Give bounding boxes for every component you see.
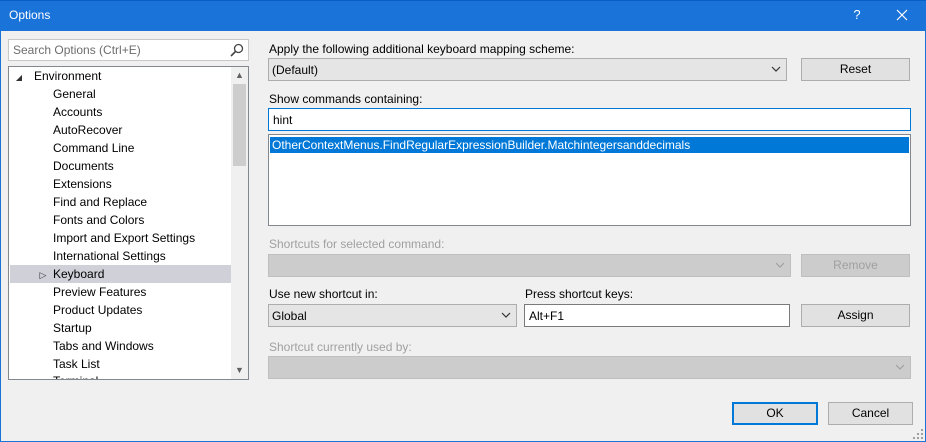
window-title: Options — [9, 8, 51, 22]
list-item[interactable]: OtherContextMenus.FindRegularExpressionB… — [270, 137, 909, 153]
title-bar — [0, 0, 926, 31]
ok-button[interactable]: OK — [732, 402, 818, 425]
tree-item-import-export[interactable]: Import and Export Settings — [53, 229, 195, 247]
tree-item-label: Keyboard — [53, 267, 105, 281]
cancel-button[interactable]: Cancel — [828, 402, 913, 425]
tree-item-command-line[interactable]: Command Line — [53, 139, 134, 157]
tree-item-product-updates[interactable]: Product Updates — [53, 301, 142, 319]
use-shortcut-in-select[interactable]: Global — [268, 304, 517, 327]
tree-item-label: Environment — [34, 69, 102, 83]
mapping-scheme-select[interactable]: (Default) — [268, 58, 787, 81]
tree-item-tabs-and-windows[interactable]: Tabs and Windows — [53, 337, 154, 355]
chevron-down-icon — [501, 312, 511, 318]
scrollbar-thumb[interactable] — [233, 84, 246, 166]
tree-item-general[interactable]: General — [53, 85, 96, 103]
commands-filter-input[interactable]: hint — [268, 108, 911, 131]
used-by-select[interactable] — [268, 356, 911, 379]
use-shortcut-in-value: Global — [272, 309, 307, 323]
remove-button[interactable]: Remove — [801, 254, 910, 277]
scroll-up-icon[interactable]: ▲ — [231, 67, 248, 84]
close-button[interactable] — [885, 4, 919, 26]
tree-item-environment[interactable]: ◢ Environment — [11, 67, 231, 85]
tree-item-terminal[interactable]: Terminal — [53, 372, 98, 379]
search-placeholder: Search Options (Ctrl+E) — [13, 43, 141, 57]
tree-item-fonts-and-colors[interactable]: Fonts and Colors — [53, 211, 144, 229]
tree-item-extensions[interactable]: Extensions — [53, 175, 112, 193]
shortcut-keys-value: Alt+F1 — [529, 309, 565, 323]
tree-item-international[interactable]: International Settings — [53, 247, 166, 265]
commands-label: Show commands containing: — [269, 92, 423, 106]
shortcuts-select[interactable] — [268, 254, 791, 277]
tree-item-keyboard[interactable]: ▷ Keyboard — [10, 265, 231, 283]
commands-list[interactable]: OtherContextMenus.FindRegularExpressionB… — [268, 134, 911, 226]
collapsed-triangle-icon[interactable]: ▷ — [35, 266, 51, 284]
expanded-triangle-icon[interactable]: ◢ — [11, 69, 27, 87]
close-icon — [896, 9, 908, 21]
tree-item-task-list[interactable]: Task List — [53, 355, 100, 373]
tree-scrollbar[interactable]: ▲ ▼ — [231, 67, 248, 379]
chevron-down-icon — [771, 66, 781, 72]
tree-item-find-and-replace[interactable]: Find and Replace — [53, 193, 147, 211]
scroll-down-icon[interactable]: ▼ — [231, 362, 248, 379]
chevron-down-icon — [895, 364, 905, 370]
used-by-label: Shortcut currently used by: — [269, 340, 412, 354]
shortcut-keys-input[interactable]: Alt+F1 — [524, 304, 790, 327]
tree-item-accounts[interactable]: Accounts — [53, 103, 102, 121]
reset-button[interactable]: Reset — [801, 58, 910, 81]
shortcuts-label: Shortcuts for selected command: — [269, 237, 445, 251]
options-tree[interactable]: ◢ Environment General Accounts AutoRecove… — [8, 66, 249, 380]
search-icon[interactable] — [229, 42, 245, 58]
mapping-scheme-value: (Default) — [272, 63, 319, 77]
search-input[interactable]: Search Options (Ctrl+E) — [8, 39, 249, 61]
help-button[interactable]: ? — [842, 4, 872, 26]
use-shortcut-in-label: Use new shortcut in: — [269, 287, 378, 301]
tree-item-preview-features[interactable]: Preview Features — [53, 283, 146, 301]
tree-item-autorecover[interactable]: AutoRecover — [53, 121, 122, 139]
mapping-scheme-label: Apply the following additional keyboard … — [269, 42, 575, 56]
resize-grip-icon[interactable] — [912, 428, 924, 440]
tree-item-startup[interactable]: Startup — [53, 319, 92, 337]
commands-filter-value: hint — [273, 113, 293, 127]
assign-button[interactable]: Assign — [801, 304, 910, 327]
press-shortcut-keys-label: Press shortcut keys: — [525, 287, 634, 301]
tree-item-documents[interactable]: Documents — [53, 157, 114, 175]
chevron-down-icon — [775, 262, 785, 268]
